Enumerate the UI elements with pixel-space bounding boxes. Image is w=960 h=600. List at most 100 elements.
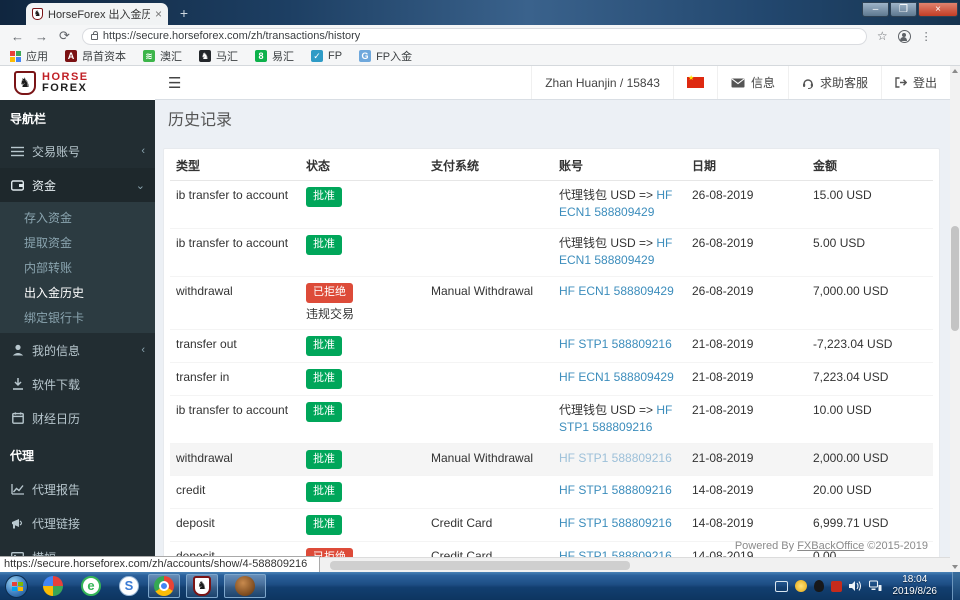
cell-account: HF STP1 588809216 (553, 475, 686, 509)
taskbar-sogou-browser[interactable]: S (116, 574, 142, 598)
account-link[interactable]: HF STP1 588809216 (559, 337, 672, 351)
sidebar-item-funds[interactable]: 资金 ⌄ (0, 168, 155, 202)
tray-volume-icon[interactable] (848, 580, 862, 592)
account-link[interactable]: HF STP1 588809216 (559, 516, 672, 530)
tray-qq-penguin-icon[interactable] (813, 580, 824, 592)
bookmark-item[interactable]: 8 易汇 (255, 48, 294, 64)
cell-amount: 5.00 USD (807, 227, 933, 277)
brand-logo[interactable]: ♞ HORSE FOREX (0, 66, 155, 100)
bookmark-item[interactable]: ✓ FP (311, 50, 342, 62)
vertical-scrollbar-thumb[interactable] (951, 226, 959, 331)
account-link[interactable]: HF ECN1 588809429 (559, 284, 674, 298)
cell-type: ib transfer to account (176, 188, 289, 202)
megaphone-icon (10, 518, 25, 529)
new-tab-button[interactable]: + (176, 6, 192, 22)
window-maximize-button[interactable]: ❐ (890, 2, 917, 17)
sidebar-item-economic-calendar[interactable]: 财经日历 (0, 401, 155, 435)
account-prefix: 代理钱包 USD => (559, 235, 657, 250)
forward-icon[interactable]: → (35, 29, 48, 44)
cell-account: 代理钱包 USD => HF ECN1 588809429 (553, 227, 686, 277)
taskbar-clock[interactable]: 18:04 2019/8/26 (893, 574, 938, 599)
tray-red-app-icon[interactable] (830, 580, 842, 592)
profile-avatar-icon[interactable] (897, 29, 911, 43)
start-button[interactable] (5, 574, 28, 598)
sidebar-subitem-withdraw[interactable]: 提取资金 (0, 230, 155, 255)
round-app-icon (235, 576, 255, 596)
sidebar-item-trading-accounts[interactable]: 交易账号 ‹ (0, 134, 155, 168)
sidebar-item-agent-links[interactable]: 代理链接 (0, 506, 155, 540)
sidebar-item-my-info[interactable]: 我的信息 ‹ (0, 333, 155, 367)
taskbar-horseforex-open[interactable]: ♞ (186, 574, 218, 598)
col-account: 账号 (553, 149, 686, 181)
taskbar-chrome-open[interactable] (148, 574, 180, 598)
taskbar-green-browser[interactable]: e (78, 574, 104, 598)
browser-menu-icon[interactable]: ⋮ (921, 30, 932, 43)
user-icon (10, 344, 25, 356)
tray-shield-icon[interactable] (794, 580, 807, 592)
list-icon (10, 146, 25, 157)
cell-payment-system (425, 181, 553, 229)
bookmark-item[interactable]: ≋ 澳汇 (143, 48, 182, 64)
status-badge: 批准 (306, 234, 342, 255)
bookmark-item[interactable]: A 昂首资本 (65, 48, 126, 64)
logout-button[interactable]: 登出 (880, 66, 950, 99)
table-row: ib transfer to account 批准 代理钱包 USD => HF… (170, 227, 933, 277)
sidebar-subitem-deposit[interactable]: 存入资金 (0, 205, 155, 230)
support-button[interactable]: 求助客服 (787, 66, 881, 99)
cell-date: 26-08-2019 (686, 227, 807, 277)
download-icon (10, 378, 25, 390)
account-prefix: 代理钱包 USD => (559, 188, 657, 202)
cell-account: HF ECN1 588809429 (553, 275, 686, 330)
sidebar-subitem-bind-bank-card[interactable]: 绑定银行卡 (0, 305, 155, 330)
cell-type: ib transfer to account (170, 394, 300, 444)
fxbackoffice-link[interactable]: FXBackOffice (797, 540, 864, 552)
window-minimize-button[interactable]: – (862, 2, 889, 17)
account-link[interactable]: HF STP1 588809216 (559, 451, 672, 465)
hamburger-menu-icon[interactable]: ☰ (168, 74, 181, 92)
cell-payment-system (425, 227, 553, 277)
apps-shortcut[interactable]: 应用 (10, 48, 48, 64)
window-close-button[interactable]: × (918, 2, 958, 17)
sidebar-subitem-internal-transfer[interactable]: 内部转账 (0, 255, 155, 280)
scroll-down-arrow[interactable] (950, 562, 960, 572)
taskbar-security-app[interactable] (40, 574, 66, 598)
cell-account: 代理钱包 USD => HF STP1 588809216 (553, 394, 686, 444)
messages-button[interactable]: 信息 (716, 66, 788, 99)
show-desktop-button[interactable] (952, 572, 960, 600)
user-account-menu[interactable]: Zhan Huanjin / 15843 (531, 66, 673, 99)
envelope-icon (731, 78, 745, 88)
bookmark-item[interactable]: ♞ 马汇 (199, 48, 238, 64)
chrome-icon (154, 576, 174, 596)
browser-tab[interactable]: ♞ HorseForex 出入金历史 × (26, 3, 168, 25)
account-link[interactable]: HF ECN1 588809429 (559, 370, 674, 384)
tab-close-icon[interactable]: × (155, 8, 162, 20)
content-area: 历史记录 类型 状态 支付系统 账号 日期 金额 ib transfer to … (155, 100, 950, 557)
sidebar-item-software-download[interactable]: 软件下载 (0, 367, 155, 401)
taskbar-app-open[interactable] (224, 574, 266, 598)
cell-amount: 20.00 USD (807, 475, 933, 509)
account-prefix: 代理钱包 USD => (559, 402, 657, 417)
scroll-up-arrow[interactable] (950, 66, 960, 76)
sidebar-item-banners[interactable]: 横幅 (0, 540, 155, 557)
address-bar[interactable]: https://secure.horseforex.com/zh/transac… (81, 27, 867, 45)
vertical-scrollbar[interactable] (950, 66, 960, 572)
table-row: transfer in 批准 HF ECN1 588809429 21-08-2… (170, 361, 933, 396)
status-badge: 批准 (306, 368, 342, 389)
bookmark-item[interactable]: G FP入金 (359, 48, 412, 64)
horizontal-scrollbar-thumb[interactable] (330, 561, 630, 570)
col-status: 状态 (300, 149, 425, 181)
ssl-lock-icon[interactable] (90, 31, 98, 40)
tray-network-icon[interactable] (868, 580, 882, 592)
tray-show-hidden-icon[interactable] (774, 580, 788, 592)
table-row: transfer out 批准 HF STP1 588809216 21-08-… (170, 328, 933, 363)
refresh-icon[interactable]: ⟳ (59, 28, 70, 44)
chevron-left-icon: ‹ (141, 344, 145, 356)
back-icon[interactable]: ← (11, 29, 24, 44)
sidebar-item-agent-report[interactable]: 代理报告 (0, 472, 155, 506)
bookmark-star-icon[interactable]: ☆ (877, 29, 888, 43)
sidebar-subitem-transaction-history[interactable]: 出入金历史 (0, 280, 155, 305)
language-selector[interactable] (672, 66, 717, 99)
account-link[interactable]: HF STP1 588809216 (559, 483, 672, 497)
cell-type: transfer in (170, 361, 300, 396)
status-badge: 批准 (306, 515, 342, 536)
